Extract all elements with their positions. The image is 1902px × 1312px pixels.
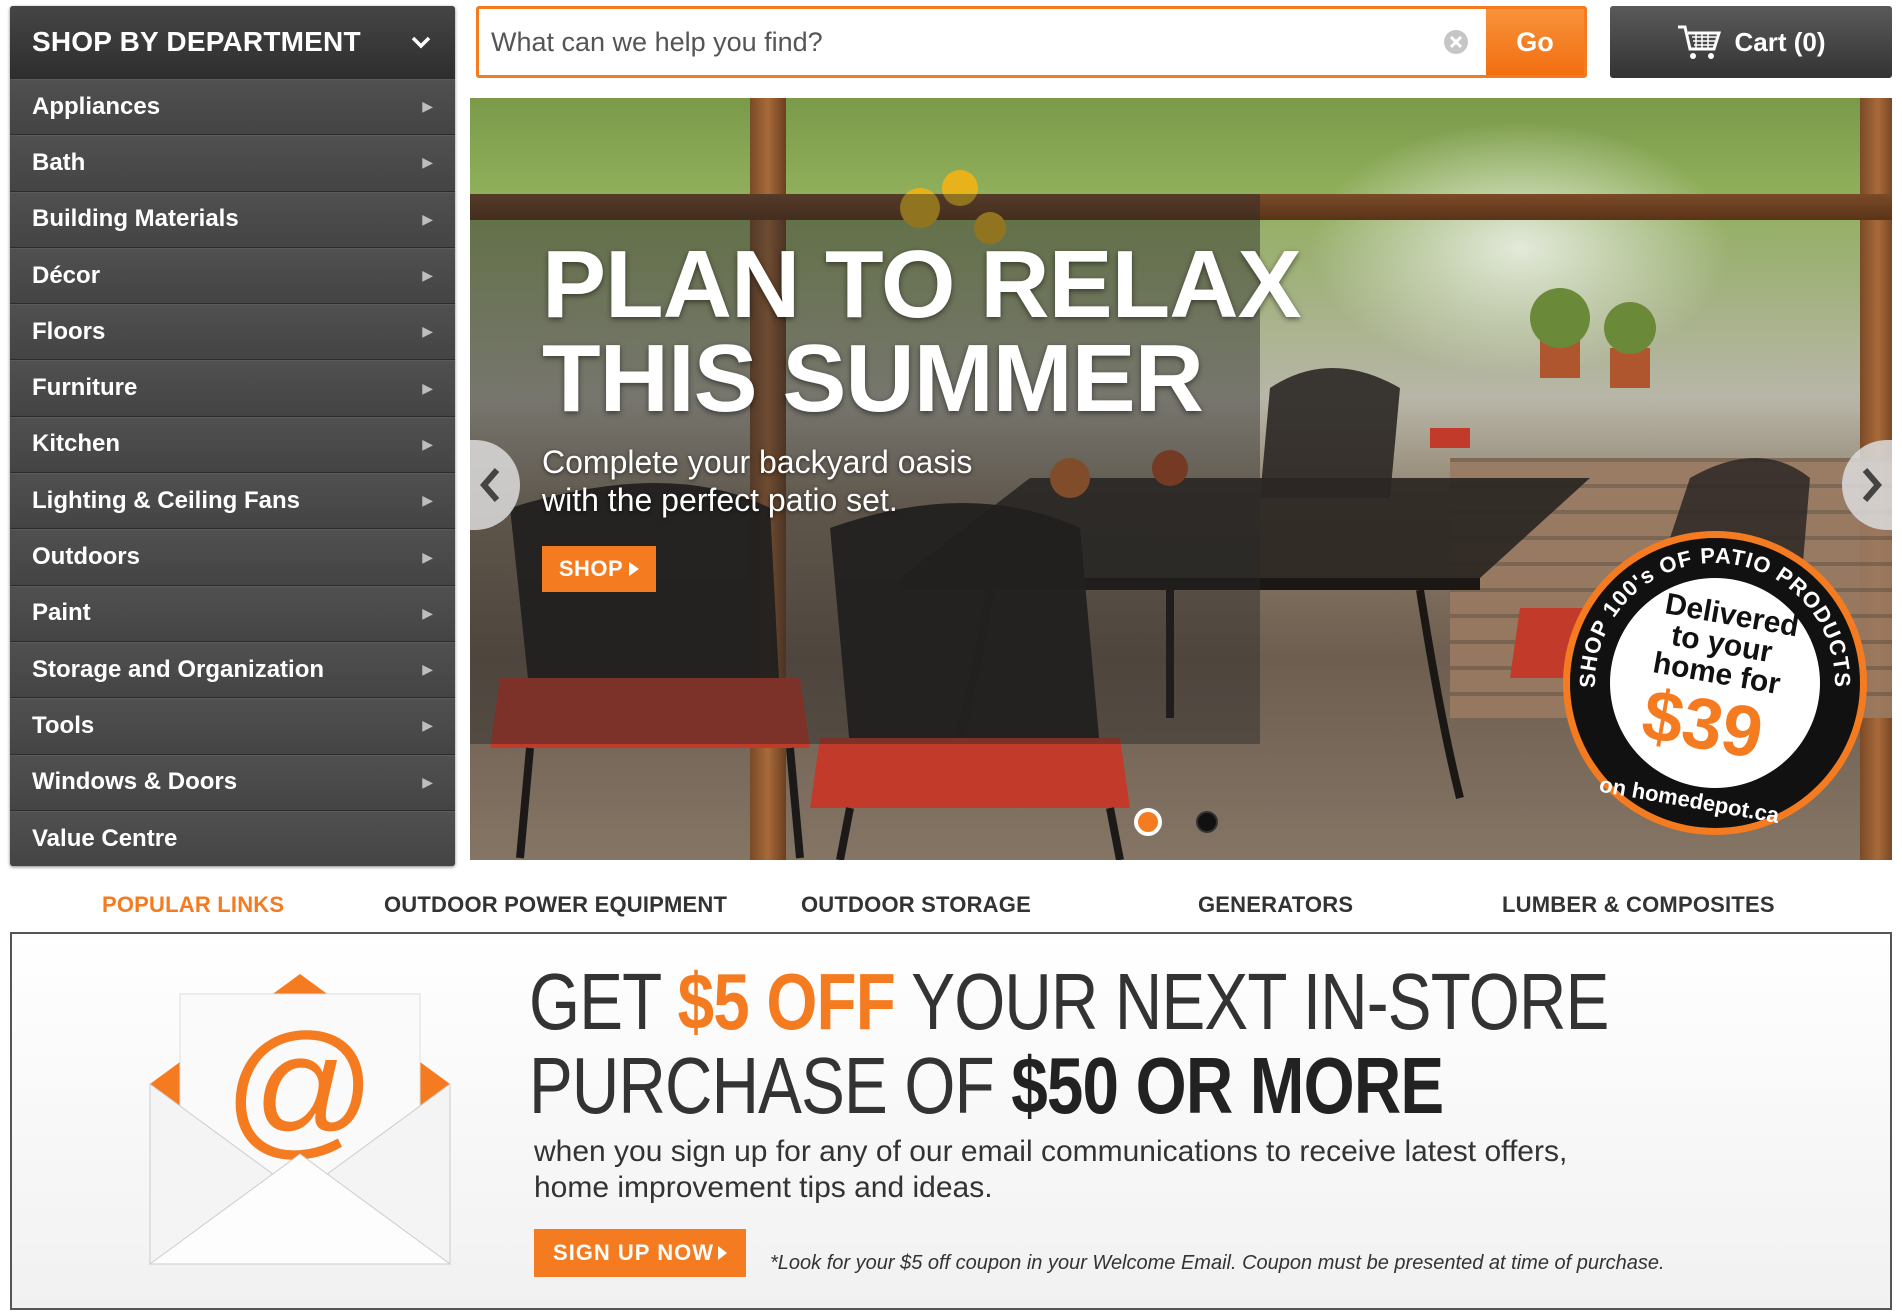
chevron-right-icon: ▶ [422,267,433,284]
popular-link-outdoor-power-equipment[interactable]: OUTDOOR POWER EQUIPMENT [384,892,727,918]
hero-headline-line1: PLAN TO RELAX [542,231,1302,338]
chevron-right-icon: ▶ [422,492,433,509]
sign-up-now-button[interactable]: SIGN UP NOW [534,1229,746,1277]
promo-fine-print: *Look for your $5 off coupon in your Wel… [770,1252,1665,1274]
promo-headline-line2: PURCHASE OF $50 OR MORE [529,1046,1444,1126]
department-menu: SHOP BY DEPARTMENT Appliances ▶ Bath ▶ Build… [10,6,455,866]
department-item-paint[interactable]: Paint ▶ [10,584,455,641]
carousel-dot-1[interactable] [1134,808,1162,836]
promo-description-line2: home improvement tips and ideas. [534,1171,993,1204]
chevron-right-icon: ▶ [422,323,433,340]
play-arrow-icon [629,562,640,576]
chevron-right-icon: ▶ [422,604,433,621]
department-item-d-cor[interactable]: Décor ▶ [10,246,455,304]
chevron-right-icon: ▶ [422,210,433,227]
department-item-building-materials[interactable]: Building Materials ▶ [10,190,455,247]
department-item-label: Outdoors [32,543,140,571]
chevron-down-icon [411,36,431,49]
department-item-furniture[interactable]: Furniture ▶ [10,359,455,416]
search-bar: Go [476,6,1587,78]
department-list: Appliances ▶ Bath ▶ Building Materials ▶ Décor… [10,78,455,866]
search-go-button[interactable]: Go [1486,9,1584,75]
department-item-floors[interactable]: Floors ▶ [10,303,455,360]
department-item-label: Kitchen [32,430,121,458]
chevron-right-icon: ▶ [422,773,433,790]
department-item-label: Furniture [32,374,138,402]
department-item-label: Floors [32,317,106,345]
department-item-label: Value Centre [32,824,178,852]
popular-link-outdoor-storage[interactable]: OUTDOOR STORAGE [801,892,1031,918]
department-item-bath[interactable]: Bath ▶ [10,134,455,191]
hero-subtext: Complete your backyard oasis with the pe… [542,443,972,519]
popular-links-title: POPULAR LINKS [102,892,285,917]
department-item-kitchen[interactable]: Kitchen ▶ [10,415,455,473]
chevron-right-icon: ▶ [422,98,433,115]
department-item-label: Appliances [32,92,161,120]
popular-link-lumber-composites[interactable]: LUMBER & COMPOSITES [1502,892,1775,918]
promo-line1-highlight: $5 OFF [677,957,896,1046]
cart-label: Cart (0) [1734,26,1826,57]
department-item-label: Paint [32,599,91,627]
department-item-lighting-ceiling-fans[interactable]: Lighting & Ceiling Fans ▶ [10,472,455,529]
promo-description-line1: when you sign up for any of our email co… [534,1135,1568,1168]
price-badge: SHOP 100's OF PATIO PRODUCTS Delivered t… [1563,531,1867,835]
search-input[interactable] [479,9,1426,75]
department-item-outdoors[interactable]: Outdoors ▶ [10,528,455,585]
department-item-label: Windows & Doors [32,768,238,796]
svg-text:@: @ [224,1003,376,1171]
hero-headline: PLAN TO RELAX THIS SUMMER [542,231,1302,432]
promo-line1-prefix: GET [529,957,678,1046]
carousel-pagination [1134,808,1218,836]
carousel-dot-2[interactable] [1196,811,1218,833]
hero-subtext-line1: Complete your backyard oasis [542,444,973,480]
hero-shop-label: SHOP [558,556,624,581]
department-item-label: Décor [32,261,101,289]
play-arrow-icon [717,1246,727,1260]
department-item-label: Bath [32,148,86,176]
hero-carousel[interactable]: PLAN TO RELAX THIS SUMMER Complete your … [470,98,1892,860]
hero-headline-line2: THIS SUMMER [542,325,1204,432]
chevron-right-icon: ▶ [422,548,433,565]
department-item-value-centre[interactable]: Value Centre [10,809,455,866]
promo-headline-line1: GET $5 OFF YOUR NEXT IN-STORE [529,962,1609,1042]
department-item-appliances[interactable]: Appliances ▶ [10,78,455,135]
department-item-label: Lighting & Ceiling Fans [32,486,300,514]
popular-link-generators[interactable]: GENERATORS [1198,892,1353,918]
chevron-right-icon: ▶ [422,661,433,678]
department-item-tools[interactable]: Tools ▶ [10,697,455,754]
clear-search-icon[interactable] [1426,9,1486,75]
department-item-label: Tools [32,711,95,739]
chevron-left-icon [480,468,500,502]
popular-links-bar: POPULAR LINKS OUTDOOR POWER EQUIPMENT OU… [0,880,1902,930]
chevron-right-icon: ▶ [422,717,433,734]
department-item-label: Building Materials [32,205,239,233]
department-item-storage-and-organization[interactable]: Storage and Organization ▶ [10,640,455,698]
chevron-right-icon: ▶ [422,154,433,171]
sign-up-now-label: SIGN UP NOW [553,1240,714,1265]
department-item-windows-doors[interactable]: Windows & Doors ▶ [10,753,455,810]
promo-line2-prefix: PURCHASE OF [529,1041,1012,1130]
cart-button[interactable]: Cart (0) [1610,6,1892,78]
promo-line2-bold: $50 OR MORE [1011,1041,1444,1130]
cart-icon [1678,25,1722,59]
promo-description: when you sign up for any of our email co… [534,1134,1734,1206]
department-item-label: Storage and Organization [32,655,325,683]
department-menu-header[interactable]: SHOP BY DEPARTMENT [10,6,455,78]
hero-shop-button[interactable]: SHOP [542,546,656,592]
chevron-right-icon: ▶ [422,435,433,452]
chevron-right-icon [1862,468,1882,502]
email-signup-promo: @ GET $5 OFF YOUR NEXT IN-STORE PURCHASE… [10,932,1892,1310]
department-menu-title: SHOP BY DEPARTMENT [32,26,361,57]
hero-subtext-line2: with the perfect patio set. [542,482,898,518]
chevron-right-icon: ▶ [422,379,433,396]
promo-line1-suffix: YOUR NEXT IN-STORE [895,957,1609,1046]
email-envelope-icon: @ [148,974,452,1265]
